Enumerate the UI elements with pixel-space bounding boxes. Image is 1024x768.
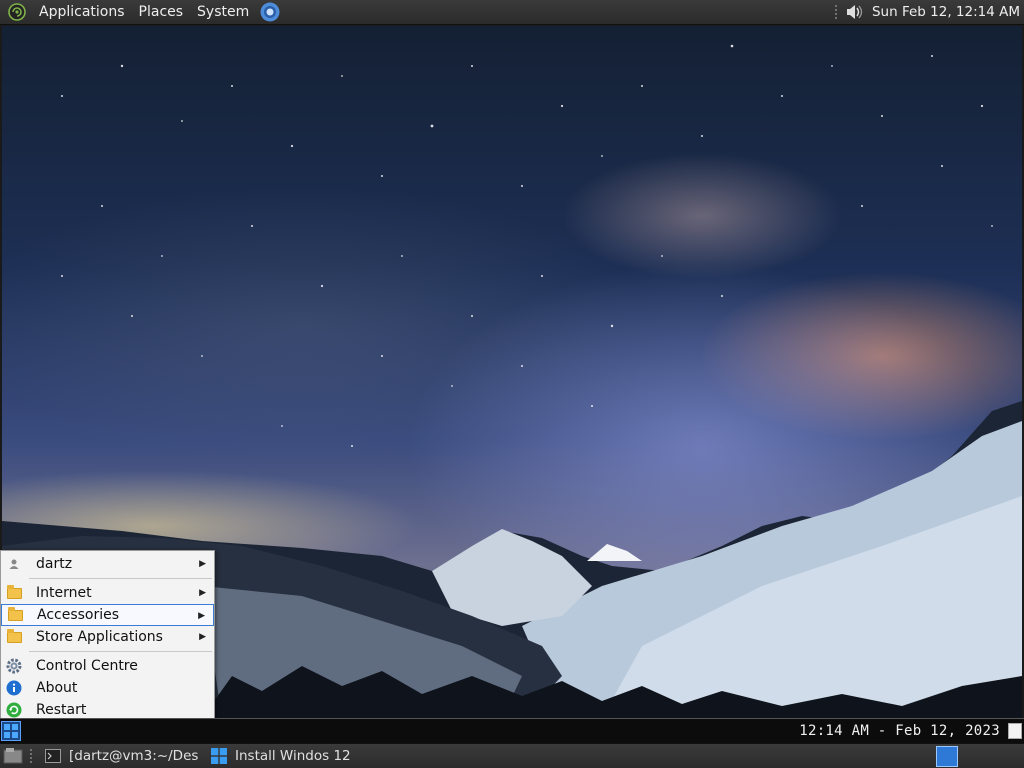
desktop-taskbar: 12:14 AM - Feb 12, 2023 (0, 718, 1024, 743)
folder-icon (3, 626, 25, 648)
menu-places[interactable]: Places (132, 0, 191, 25)
panel-separator (29, 748, 33, 764)
gear-icon (3, 655, 25, 677)
submenu-arrow-icon: ▶ (198, 611, 205, 621)
menu-item-label: dartz (36, 556, 73, 572)
task-label: Install Windos 12 (235, 748, 351, 764)
top-panel: Applications Places System Sun Feb 12, 1… (0, 0, 1024, 25)
terminal-icon (45, 749, 61, 763)
windows-logo-icon (4, 724, 10, 730)
menu-item-internet[interactable]: Internet ▶ (1, 582, 214, 604)
menu-item-control-centre[interactable]: Control Centre (1, 655, 214, 677)
show-desktop-icon[interactable] (3, 747, 23, 765)
windows-logo-icon (211, 748, 227, 764)
submenu-arrow-icon: ▶ (199, 559, 206, 569)
top-panel-tray: Sun Feb 12, 12:14 AM (833, 0, 1024, 24)
desktop-clock[interactable]: 12:14 AM - Feb 12, 2023 (799, 723, 1000, 739)
distro-logo-icon[interactable] (8, 3, 26, 21)
panel-clock[interactable]: Sun Feb 12, 12:14 AM (872, 4, 1020, 20)
task-terminal[interactable]: [dartz@vm3:~/Desk... (39, 745, 199, 767)
menu-separator (29, 578, 212, 579)
menu-system[interactable]: System (190, 0, 256, 25)
menu-applications[interactable]: Applications (32, 0, 132, 25)
submenu-arrow-icon: ▶ (199, 588, 206, 598)
menu-item-about[interactable]: About (1, 677, 214, 699)
submenu-arrow-icon: ▶ (199, 632, 206, 642)
menu-item-accessories[interactable]: Accessories ▶ (1, 604, 214, 626)
user-icon (3, 553, 25, 575)
menu-item-label: Internet (36, 585, 92, 601)
menu-separator (29, 651, 212, 652)
menu-item-user[interactable]: dartz ▶ (1, 553, 214, 575)
panel-separator (833, 4, 838, 20)
menu-item-label: About (36, 680, 78, 696)
start-menu: dartz ▶ Internet ▶ Accessories ▶ Store A… (0, 550, 215, 719)
folder-icon (3, 582, 25, 604)
bottom-panel: [dartz@vm3:~/Desk... Install Windos 12 (0, 743, 1024, 768)
info-icon (3, 677, 25, 699)
volume-icon[interactable] (844, 2, 864, 22)
task-install-windos[interactable]: Install Windos 12 (205, 745, 385, 767)
show-notifications-icon[interactable] (1008, 723, 1022, 739)
menu-item-store-applications[interactable]: Store Applications ▶ (1, 626, 214, 648)
task-label: [dartz@vm3:~/Desk... (69, 748, 199, 764)
menu-item-label: Accessories (37, 607, 120, 623)
folder-icon (4, 604, 26, 626)
menu-item-label: Control Centre (36, 658, 138, 674)
menu-item-label: Restart (36, 702, 87, 718)
top-menu-bar: Applications Places System (32, 0, 256, 24)
start-menu-button[interactable] (1, 721, 21, 741)
menu-item-label: Store Applications (36, 629, 163, 645)
workspace-switcher[interactable] (936, 746, 958, 767)
browser-icon[interactable] (260, 2, 280, 22)
